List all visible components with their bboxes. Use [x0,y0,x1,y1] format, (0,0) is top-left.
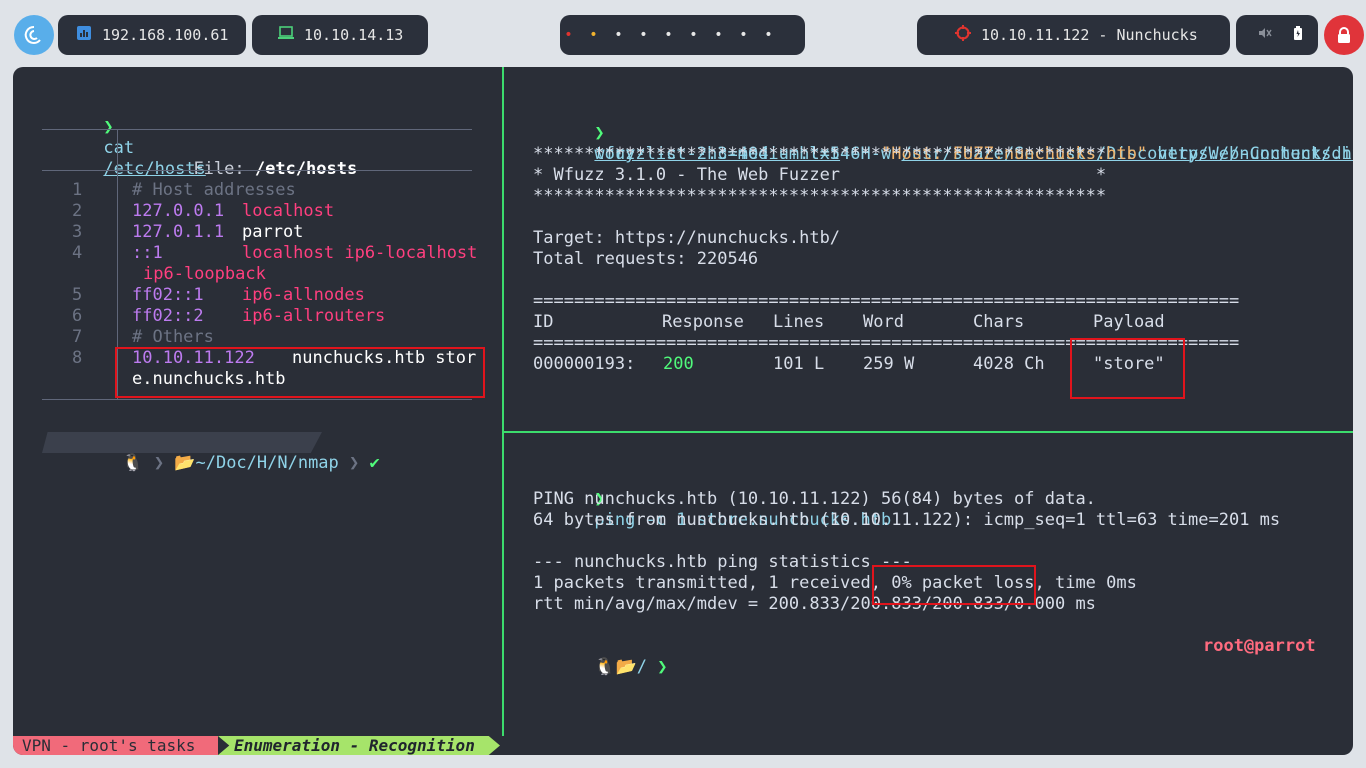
workspace-dot[interactable]: • [756,15,781,55]
workspace-dot[interactable]: • [606,15,631,55]
highlight-box [115,347,485,398]
hosts-comment: # Host addresses [132,180,296,200]
hosts-comment: # Others [132,327,214,347]
user-host: root@parrot [1203,636,1316,656]
hosts-hostname: localhost [242,201,335,221]
table-header: Response [662,312,744,332]
line-number: 4 [72,243,83,263]
workspace-dot[interactable]: • [681,15,706,55]
table-header: Payload [1093,312,1165,332]
check-icon: ✔ [369,453,380,473]
banner-stars: ****************************************… [533,144,1107,164]
system-menu-button[interactable] [14,15,54,55]
network-icon [76,25,92,45]
line-number: 2 [72,201,83,221]
hosts-address: ff02::2 [132,306,204,326]
command-url: https://nunchucks.htb [1147,144,1353,164]
line-number: 6 [72,306,83,326]
result-id: 000000193: [533,354,636,374]
mute-icon[interactable] [1258,26,1272,44]
ping-output: --- nunchucks.htb ping statistics --- [533,552,912,572]
laptop-icon [278,26,294,44]
command-name: cat [103,138,135,158]
table-header: Chars [973,312,1025,332]
right-bottom-pane[interactable]: ❯ ping -c 1 store.nunchucks.htb PING nun… [504,433,1353,755]
file-label: File: [193,159,255,179]
target-widget[interactable]: 10.10.11.122 - Nunchucks [917,15,1230,55]
bat-top-rule [42,129,472,130]
total-requests: Total requests: 220546 [533,249,759,269]
banner-title: * Wfuzz 3.1.0 - The Web Fuzzer * [533,165,1107,185]
table-rule: ========================================… [533,291,1240,311]
system-tray [1236,15,1318,55]
line-number: 8 [72,348,83,368]
file-name: /etc/hosts [254,159,358,179]
result-chars: 4028 Ch [973,354,1045,374]
hosts-address: 127.0.0.1 [132,201,225,221]
host-ip-text: 192.168.100.61 [102,26,229,44]
line-number: 1 [72,180,83,200]
hosts-address: 127.0.1.1 [132,222,225,242]
right-top-pane[interactable]: ❯ wfuzz -c --hc=404 --hl=546 -w /usr/sha… [504,67,1353,431]
line-number: 5 [72,285,83,305]
hosts-hostname-wrap: ip6-loopback [143,264,266,284]
table-header: ID [533,312,554,332]
battery-icon[interactable] [1294,26,1302,44]
hosts-hostname: parrot [242,222,304,242]
table-header: Lines [773,312,825,332]
linux-icon: 🐧 [594,657,616,677]
workspace-switcher[interactable]: • • • • • • • • • [560,15,805,55]
target-line: Target: https://nunchucks.htb/ [533,228,841,248]
ping-output: PING nunchucks.htb (10.10.11.122) 56(84)… [533,489,1096,509]
folder-icon: 📂 [615,657,637,677]
target-text: 10.10.11.122 - Nunchucks [981,26,1198,44]
highlight-box [1070,338,1185,399]
workspace-dot[interactable]: • [706,15,731,55]
hosts-hostname: ip6-allrouters [242,306,386,326]
linux-icon: 🐧 [122,453,144,473]
prompt-path: / [636,657,648,677]
host-ip-widget[interactable]: 192.168.100.61 [58,15,246,55]
vpn-ip-text: 10.10.14.13 [304,26,404,44]
prompt-arrow: ❯ [657,657,668,677]
workspace-dot[interactable]: • [581,15,606,55]
workspace-dot[interactable]: • [731,15,756,55]
ping-output: 64 bytes from nunchucks.htb (10.10.11.12… [533,510,1281,530]
line-number: 7 [72,327,83,347]
folder-icon: 📂 [174,453,196,473]
hosts-hostname: ip6-allnodes [242,285,365,305]
workspace-dot[interactable]: • [631,15,656,55]
result-response: 200 [663,354,694,374]
tmux-session-label: VPN - root's tasks [13,736,218,755]
debian-logo-icon [24,25,41,44]
line-number: 3 [72,222,83,242]
workspace-dots: • • • • • • • • • [556,15,781,55]
hosts-address: ::1 [132,243,163,263]
vpn-ip-widget[interactable]: 10.10.14.13 [252,15,428,55]
table-header: Word [863,312,904,332]
ping-output: 1 packets transmitted, 1 received, 0% pa… [533,573,1137,593]
bat-bottom-rule [42,399,472,400]
workspace-dot[interactable]: • [556,15,581,55]
result-lines: 101 L [773,354,825,374]
lock-screen-button[interactable] [1324,15,1364,55]
prompt-arrow: ❯ [103,117,114,137]
hosts-address: ff02::1 [132,285,204,305]
path-text: ~/Doc/H/N/nmap [195,453,339,473]
bat-header-rule [42,170,472,171]
tmux-window-label[interactable]: Enumeration - Recognition [218,736,500,755]
left-pane[interactable]: ❯ cat /etc/hosts File: /etc/hosts 1 2 3 … [13,67,502,755]
banner-stars: ****************************************… [533,186,1107,206]
crosshair-icon [955,25,971,45]
terminal-window[interactable]: ❯ cat /etc/hosts File: /etc/hosts 1 2 3 … [13,67,1353,755]
workspace-dot[interactable]: • [656,15,681,55]
lock-icon [1338,27,1350,43]
hosts-hostname: localhost ip6-localhost [242,243,478,263]
result-word: 259 W [863,354,915,374]
highlight-box [872,565,1036,605]
